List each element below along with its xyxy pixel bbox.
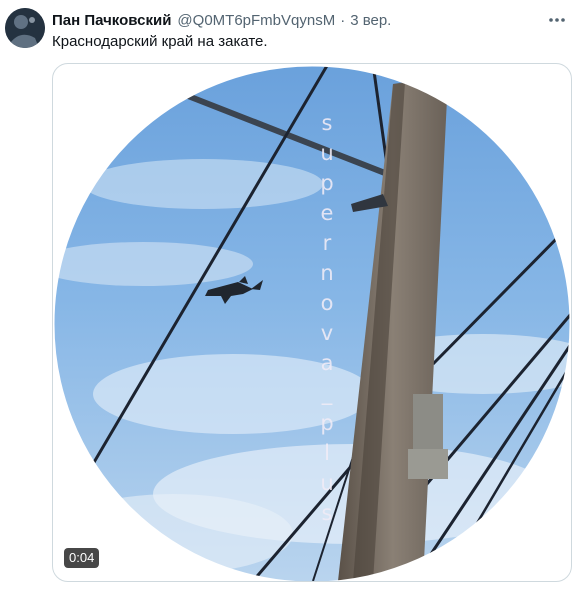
author-handle[interactable]: @Q0MT6pFmbVqynsM <box>177 12 335 29</box>
tweet-text: Краснодарский край на закате. <box>52 33 268 50</box>
avatar-image <box>5 8 45 48</box>
tweet[interactable]: Пан Пачковский @Q0MT6pFmbVqynsM · 3 вер.… <box>0 0 578 592</box>
watermark-char: u <box>320 471 334 495</box>
watermark-char: s <box>321 111 333 135</box>
video-watermark: s u p e r n o v a _ p l u s <box>315 108 339 528</box>
watermark-char: o <box>320 291 334 315</box>
tweet-header: Пан Пачковский @Q0MT6pFmbVqynsM · 3 вер. <box>52 10 391 30</box>
video-frame <box>53 65 571 581</box>
tweet-timestamp[interactable]: 3 вер. <box>350 12 391 29</box>
watermark-char: a <box>320 351 334 375</box>
watermark-char: r <box>322 231 332 255</box>
separator-dot: · <box>340 11 346 29</box>
watermark-char: _ <box>321 381 333 405</box>
watermark-char: n <box>320 261 334 285</box>
author-name[interactable]: Пан Пачковский <box>52 12 171 29</box>
watermark-char: p <box>320 171 334 195</box>
watermark-char: p <box>320 411 334 435</box>
more-options-button[interactable] <box>546 10 568 30</box>
more-horizontal-icon <box>549 18 565 22</box>
avatar[interactable] <box>5 8 45 48</box>
video-player[interactable]: s u p e r n o v a _ p l u s 0:04 <box>52 63 572 582</box>
video-duration-badge: 0:04 <box>64 548 100 568</box>
watermark-char: s <box>321 501 333 525</box>
watermark-char: v <box>320 321 334 345</box>
watermark-char: e <box>320 201 334 225</box>
watermark-char: l <box>324 441 330 465</box>
watermark-char: u <box>320 141 334 165</box>
